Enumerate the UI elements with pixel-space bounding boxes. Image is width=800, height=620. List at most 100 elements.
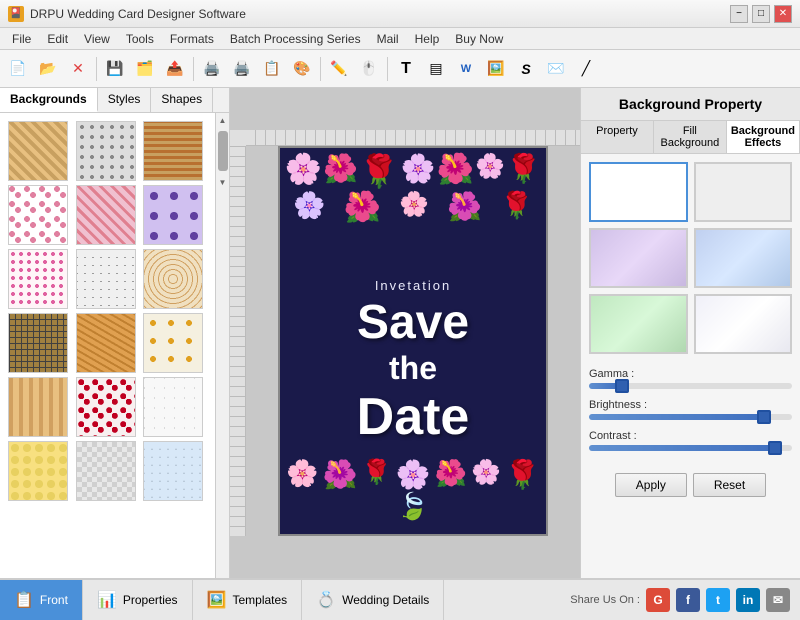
tb-word[interactable]: W bbox=[452, 55, 480, 83]
bg-item-18[interactable] bbox=[143, 441, 203, 501]
date-label: Date bbox=[280, 387, 546, 447]
tab-backgrounds[interactable]: Backgrounds bbox=[0, 88, 98, 112]
tb-export[interactable]: 📤 bbox=[161, 55, 189, 83]
share-email[interactable]: ✉ bbox=[766, 588, 790, 612]
menu-formats[interactable]: Formats bbox=[162, 30, 222, 48]
tb-save[interactable]: 💾 bbox=[101, 55, 129, 83]
property-tabs: Property Fill Background Background Effe… bbox=[581, 121, 800, 154]
bg-item-12[interactable] bbox=[143, 313, 203, 373]
brightness-track[interactable] bbox=[589, 414, 792, 420]
tab-background-effects[interactable]: Background Effects bbox=[727, 121, 800, 153]
tb-new[interactable]: 📄 bbox=[4, 55, 32, 83]
tb-save-all[interactable]: 🗂️ bbox=[131, 55, 159, 83]
apply-button[interactable]: Apply bbox=[615, 473, 687, 497]
scroll-down[interactable]: ▼ bbox=[216, 175, 230, 189]
tb-close[interactable]: ✕ bbox=[64, 55, 92, 83]
bg-item-1[interactable] bbox=[8, 121, 68, 181]
tb-email[interactable]: ✉️ bbox=[542, 55, 570, 83]
share-twitter[interactable]: t bbox=[706, 588, 730, 612]
menu-edit[interactable]: Edit bbox=[39, 30, 76, 48]
tab-properties[interactable]: 📊 Properties bbox=[83, 580, 193, 620]
share-label: Share Us On : bbox=[570, 594, 640, 606]
effect-lavender[interactable] bbox=[589, 228, 688, 288]
effect-none[interactable] bbox=[589, 162, 688, 222]
bg-item-9[interactable] bbox=[143, 249, 203, 309]
tb-print[interactable]: 🖨️ bbox=[198, 55, 226, 83]
menu-help[interactable]: Help bbox=[407, 30, 448, 48]
bg-item-6[interactable] bbox=[143, 185, 203, 245]
effect-green[interactable] bbox=[589, 294, 688, 354]
effect-white[interactable] bbox=[694, 294, 793, 354]
left-panel: Backgrounds Styles Shapes bbox=[0, 88, 230, 578]
scroll-thumb[interactable] bbox=[218, 131, 228, 171]
bg-item-8[interactable] bbox=[76, 249, 136, 309]
bg-item-7[interactable] bbox=[8, 249, 68, 309]
bg-item-10[interactable] bbox=[8, 313, 68, 373]
menu-buynow[interactable]: Buy Now bbox=[447, 30, 511, 48]
bg-item-4[interactable] bbox=[8, 185, 68, 245]
share-google[interactable]: G bbox=[646, 588, 670, 612]
gamma-thumb[interactable] bbox=[615, 379, 629, 393]
tb-letter[interactable]: S bbox=[512, 55, 540, 83]
bg-item-13[interactable] bbox=[8, 377, 68, 437]
bg-item-15[interactable] bbox=[143, 377, 203, 437]
bg-item-2[interactable] bbox=[76, 121, 136, 181]
share-linkedin[interactable]: in bbox=[736, 588, 760, 612]
brightness-thumb[interactable] bbox=[757, 410, 771, 424]
tb-draw[interactable]: ✏️ bbox=[325, 55, 353, 83]
scroll-bar[interactable]: ▲ ▼ bbox=[215, 113, 229, 578]
flowers-bottom: 🌸 🌺 🌹 🌸 🌺 🌸 🌹 🍃 bbox=[280, 454, 546, 534]
tab-property[interactable]: Property bbox=[581, 121, 654, 153]
bg-item-3[interactable] bbox=[143, 121, 203, 181]
scroll-up[interactable]: ▲ bbox=[216, 113, 230, 127]
tab-fill-background[interactable]: Fill Background bbox=[654, 121, 727, 153]
app-title: DRPU Wedding Card Designer Software bbox=[30, 7, 246, 21]
menu-file[interactable]: File bbox=[4, 30, 39, 48]
toolbar-sep-4 bbox=[387, 57, 388, 81]
bg-item-16[interactable] bbox=[8, 441, 68, 501]
tb-line[interactable]: ╱ bbox=[572, 55, 600, 83]
toolbar: 📄 📂 ✕ 💾 🗂️ 📤 🖨️ 🖨️ 📋 🎨 ✏️ 🖱️ T ▤ W 🖼️ S … bbox=[0, 50, 800, 88]
toolbar-sep-3 bbox=[320, 57, 321, 81]
tab-styles[interactable]: Styles bbox=[98, 88, 152, 112]
tab-shapes[interactable]: Shapes bbox=[151, 88, 213, 112]
tab-wedding-details[interactable]: 💍 Wedding Details bbox=[302, 580, 444, 620]
card-canvas[interactable]: 🌸 🌺 🌹 🌸 🌺 🌸 🌹 🌸 🌺 🌸 🌺 bbox=[278, 146, 548, 536]
menu-tools[interactable]: Tools bbox=[118, 30, 162, 48]
share-facebook[interactable]: f bbox=[676, 588, 700, 612]
tb-barcode[interactable]: ▤ bbox=[422, 55, 450, 83]
menu-mail[interactable]: Mail bbox=[369, 30, 407, 48]
tb-print2[interactable]: 🖨️ bbox=[228, 55, 256, 83]
maximize-button[interactable]: □ bbox=[752, 5, 770, 23]
ruler-vertical bbox=[230, 146, 246, 536]
contrast-track[interactable] bbox=[589, 445, 792, 451]
minimize-button[interactable]: − bbox=[730, 5, 748, 23]
properties-icon: 📊 bbox=[97, 590, 117, 610]
tb-design[interactable]: 🎨 bbox=[288, 55, 316, 83]
canvas-area: 🌸 🌺 🌹 🌸 🌺 🌸 🌹 🌸 🌺 🌸 🌺 bbox=[230, 88, 580, 578]
effect-item-2[interactable] bbox=[694, 162, 793, 222]
menu-view[interactable]: View bbox=[76, 30, 118, 48]
tb-cursor[interactable]: 🖱️ bbox=[355, 55, 383, 83]
tab-templates[interactable]: 🖼️ Templates bbox=[193, 580, 303, 620]
reset-button[interactable]: Reset bbox=[693, 473, 766, 497]
card-text-area: Invetation Save the Date bbox=[280, 278, 546, 447]
close-button[interactable]: ✕ bbox=[774, 5, 792, 23]
bg-item-5[interactable] bbox=[76, 185, 136, 245]
menu-batch[interactable]: Batch Processing Series bbox=[222, 30, 369, 48]
canvas-inner: 🌸 🌺 🌹 🌸 🌺 🌸 🌹 🌸 🌺 🌸 🌺 bbox=[230, 130, 580, 536]
tb-batch[interactable]: 📋 bbox=[258, 55, 286, 83]
tb-open[interactable]: 📂 bbox=[34, 55, 62, 83]
bg-item-14[interactable] bbox=[76, 377, 136, 437]
gamma-track[interactable] bbox=[589, 383, 792, 389]
tb-image[interactable]: 🖼️ bbox=[482, 55, 510, 83]
brightness-fill bbox=[589, 414, 762, 420]
tab-front[interactable]: 📋 Front bbox=[0, 580, 83, 620]
effect-blue[interactable] bbox=[694, 228, 793, 288]
contrast-slider-container bbox=[589, 445, 792, 451]
gamma-slider-container bbox=[589, 383, 792, 389]
tb-text[interactable]: T bbox=[392, 55, 420, 83]
bg-item-11[interactable] bbox=[76, 313, 136, 373]
bg-item-17[interactable] bbox=[76, 441, 136, 501]
contrast-thumb[interactable] bbox=[768, 441, 782, 455]
